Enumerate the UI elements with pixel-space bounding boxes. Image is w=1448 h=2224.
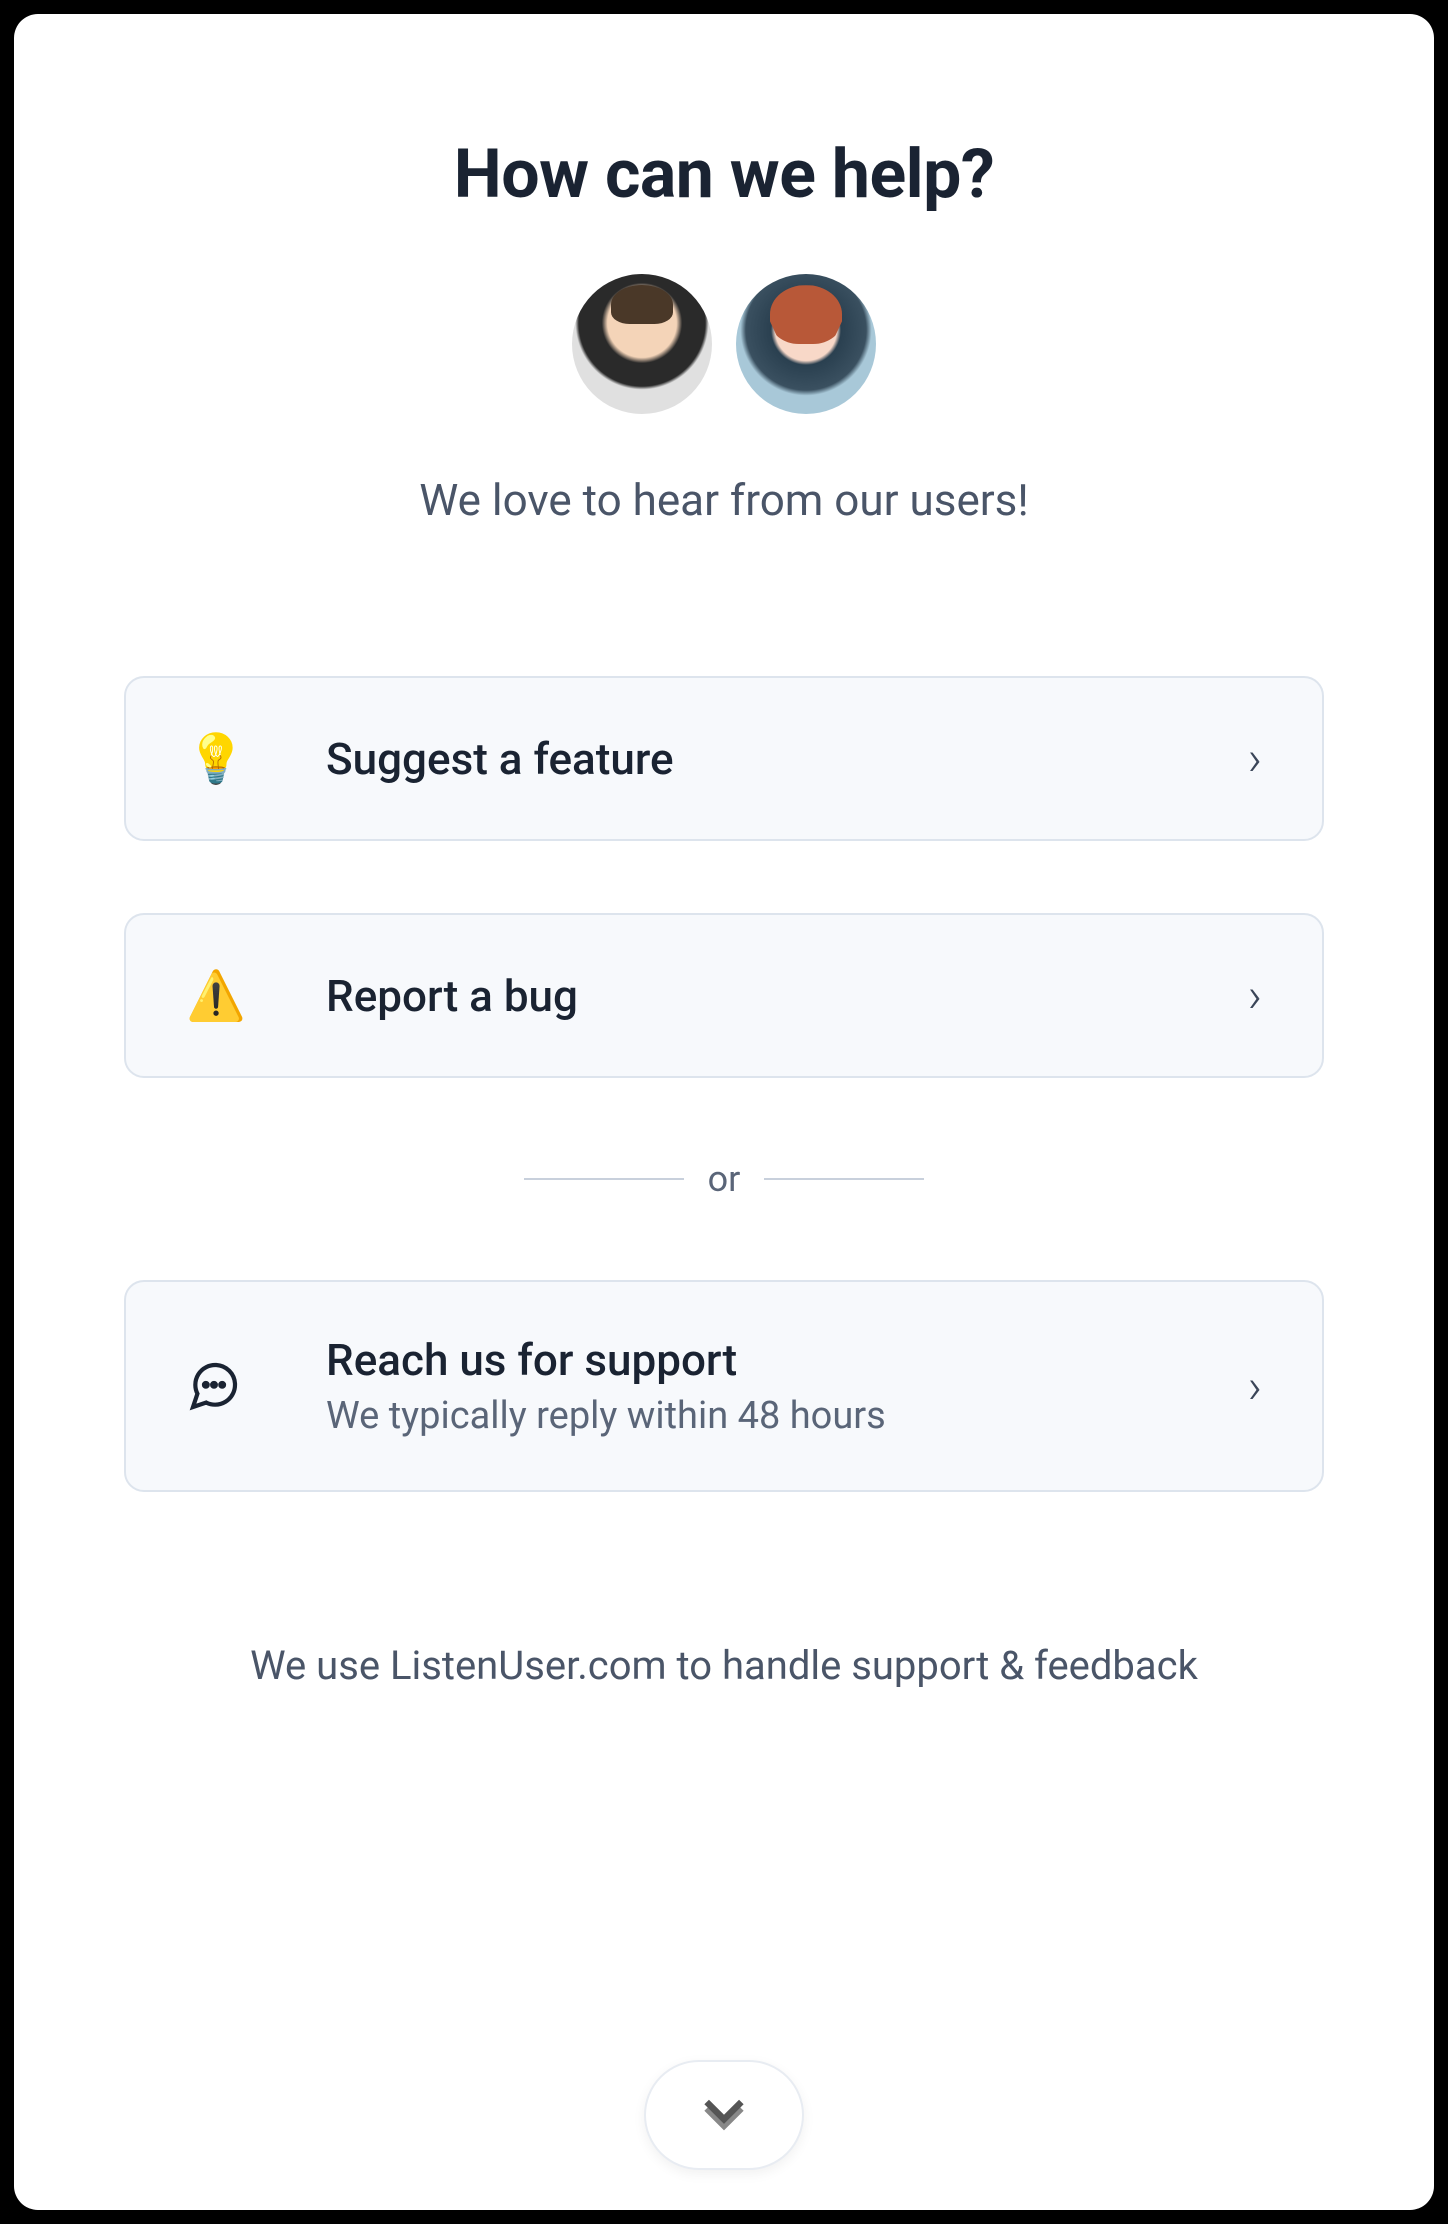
page-subtitle: We love to hear from our users! [419, 474, 1028, 526]
chevron-down-icon [698, 2089, 750, 2141]
team-avatars [572, 274, 876, 414]
divider: or [124, 1158, 1324, 1200]
divider-text: or [708, 1158, 741, 1200]
chevron-right-icon: › [1248, 730, 1262, 787]
avatar [736, 274, 876, 414]
divider-line [524, 1178, 684, 1180]
report-bug-button[interactable]: ⚠️ Report a bug › [124, 913, 1324, 1078]
warning-icon: ⚠️ [186, 967, 246, 1024]
close-button[interactable] [644, 2060, 804, 2170]
chat-icon [186, 1358, 246, 1414]
options-list: 💡 Suggest a feature › ⚠️ Report a bug › … [124, 676, 1324, 1492]
support-button[interactable]: Reach us for support We typically reply … [124, 1280, 1324, 1492]
divider-line [764, 1178, 924, 1180]
option-label: Suggest a feature [326, 733, 1248, 785]
avatar [572, 274, 712, 414]
help-widget: How can we help? We love to hear from ou… [14, 14, 1434, 2210]
chevron-right-icon: › [1248, 1358, 1262, 1415]
option-label: Report a bug [326, 970, 1248, 1022]
footer-text: We use ListenUser.com to handle support … [250, 1642, 1198, 1689]
lightbulb-icon: 💡 [186, 730, 246, 787]
chevron-right-icon: › [1248, 967, 1262, 1024]
option-sublabel: We typically reply within 48 hours [326, 1394, 1248, 1438]
suggest-feature-button[interactable]: 💡 Suggest a feature › [124, 676, 1324, 841]
page-title: How can we help? [454, 134, 995, 214]
option-label: Reach us for support [326, 1334, 1248, 1386]
